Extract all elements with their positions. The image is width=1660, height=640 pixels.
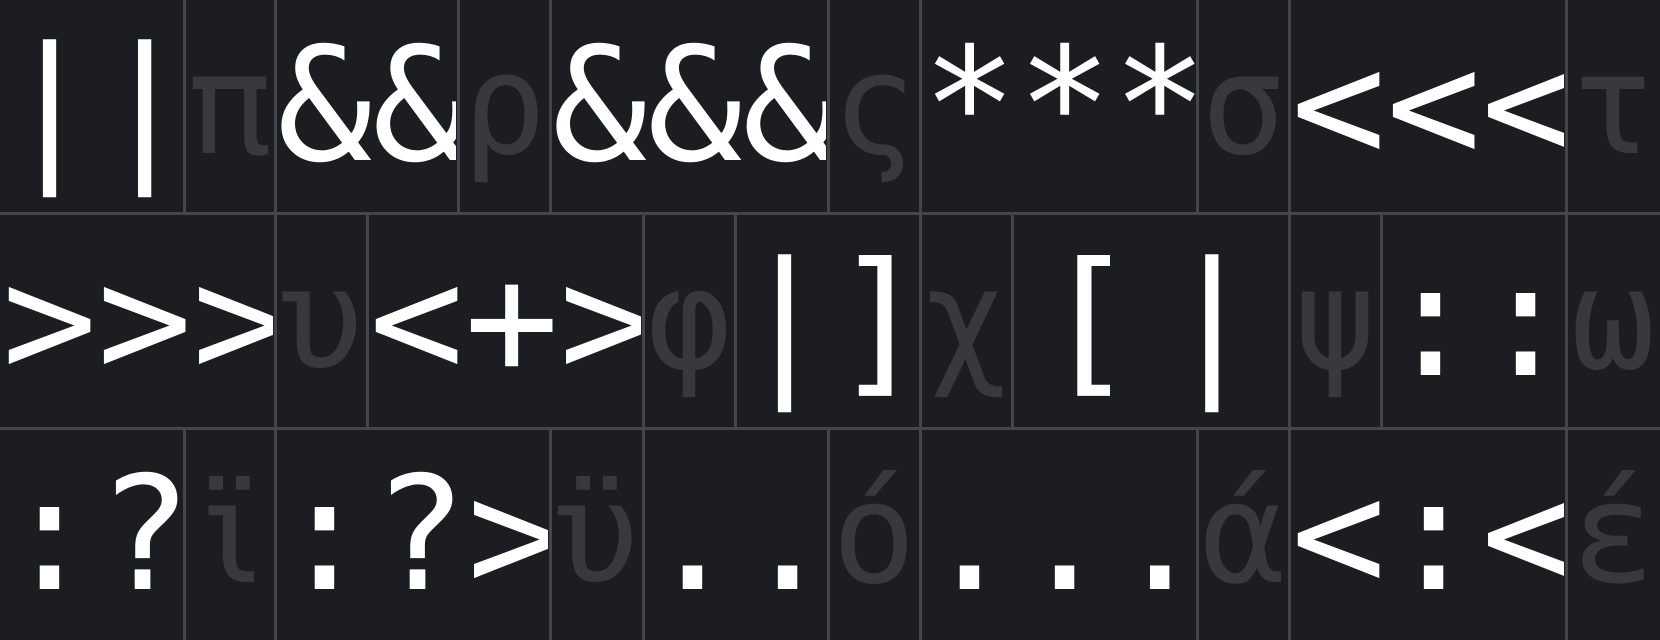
ligature-glyph: > [467, 443, 548, 627]
greek-letter-cell: ς [830, 0, 918, 212]
ligature-glyph: > [559, 229, 641, 413]
ligature-glyph: > [2, 229, 98, 413]
ligature-glyph: ] [832, 229, 918, 413]
ligature-glyph: | [97, 14, 182, 198]
ligature-glyph: : [1386, 443, 1482, 627]
greek-letter-cell: υ [277, 215, 365, 427]
ligature-cell: | | [2, 0, 182, 212]
ligature-glyph: + [464, 229, 560, 413]
greek-glyph: χ [923, 239, 1009, 402]
greek-glyph: ρ [461, 24, 547, 187]
ligature-glyph: . [645, 443, 741, 627]
ligature-cell: <: < [1291, 430, 1564, 640]
ligature-glyph: . [1112, 456, 1195, 614]
ligature-glyph: & [742, 27, 826, 185]
ligature-glyph: : [1383, 229, 1479, 413]
ligature-cell: &&& [552, 0, 826, 212]
greek-glyph: τ [1570, 24, 1656, 187]
greek-letter-cell: ρ [460, 0, 548, 212]
ligature-glyph: ? [372, 443, 468, 627]
greek-letter-cell: π [186, 0, 273, 212]
ligature-glyph: > [97, 229, 193, 413]
greek-glyph: ω [1570, 239, 1656, 402]
greek-letter-cell: ά [1199, 430, 1287, 640]
ligature-glyph: < [1481, 14, 1564, 198]
ligature-glyph: * [1112, 27, 1195, 185]
ligature-cell: && [277, 0, 456, 212]
greek-letter-cell: ω [1568, 215, 1658, 427]
ligature-cell: > > > [2, 215, 273, 427]
greek-letter-cell: ϋ [552, 430, 641, 640]
ligature-cell: *** [922, 0, 1195, 212]
ligature-glyph: & [277, 14, 373, 198]
ligature-cell: :? [2, 430, 182, 640]
greek-letter-cell: χ [922, 215, 1010, 427]
ligature-glyph: : [2, 443, 98, 627]
ligature-glyph: . [1017, 443, 1113, 627]
ligature-glyph: * [1017, 14, 1113, 198]
ligature-glyph: | [2, 14, 98, 198]
greek-letter-cell: ϊ [186, 430, 273, 640]
ligature-glyph: ? [97, 456, 182, 614]
ligature-glyph: < [1291, 14, 1387, 198]
greek-glyph: φ [646, 239, 732, 402]
ligature-glyph: < [1291, 443, 1387, 627]
ligature-glyph: < [369, 229, 465, 413]
greek-letter-cell: ό [830, 430, 918, 640]
ligature-glyph: [ [1041, 229, 1137, 413]
ligature-glyph: . [740, 443, 826, 627]
greek-glyph: ό [831, 453, 917, 616]
glyph-specimen-grid: ||π&&ρ&&&ς***σ<<<τ>>>υ<+>φ|]χ[|ψ::=ω:?ϊ:… [0, 0, 1660, 640]
greek-glyph: π [187, 24, 272, 187]
ligature-cell: ::= [1383, 215, 1564, 427]
ligature-glyph: & [552, 14, 648, 198]
ligature-cell: ... [922, 430, 1195, 640]
greek-letter-cell: φ [645, 215, 733, 427]
greek-letter-cell: ψ [1291, 215, 1379, 427]
ligature-cell: .. [645, 430, 826, 640]
ligature-glyph: * [922, 14, 1018, 198]
ligature-glyph: & [372, 27, 456, 185]
greek-letter-cell: σ [1199, 0, 1287, 212]
ligature-glyph: | [737, 229, 833, 413]
ligature-cell: :? > [277, 430, 548, 640]
ligature-cell: [| [1014, 215, 1287, 427]
ligature-glyph: < [1481, 443, 1564, 627]
ligature-glyph: | [1164, 229, 1260, 413]
ligature-glyph: . [922, 443, 1018, 627]
ligature-glyph: & [647, 14, 743, 198]
greek-glyph: έ [1570, 453, 1656, 616]
greek-glyph: ψ [1292, 239, 1378, 402]
ligature-cell: < < < [1291, 0, 1564, 212]
greek-glyph: ϊ [187, 453, 272, 616]
greek-glyph: ς [831, 24, 917, 187]
ligature-glyph: : [277, 443, 373, 627]
ligature-cell: < + > [369, 215, 641, 427]
greek-glyph: ά [1200, 453, 1286, 616]
ligature-glyph: < [1386, 14, 1482, 198]
greek-glyph: ϋ [554, 453, 639, 616]
greek-glyph: σ [1200, 24, 1286, 187]
ligature-glyph: : [1478, 229, 1564, 413]
greek-letter-cell: τ [1568, 0, 1658, 212]
ligature-cell: |] [737, 215, 918, 427]
ligature-glyph: > [192, 229, 273, 413]
greek-letter-cell: έ [1568, 430, 1658, 640]
greek-glyph: υ [278, 239, 364, 402]
